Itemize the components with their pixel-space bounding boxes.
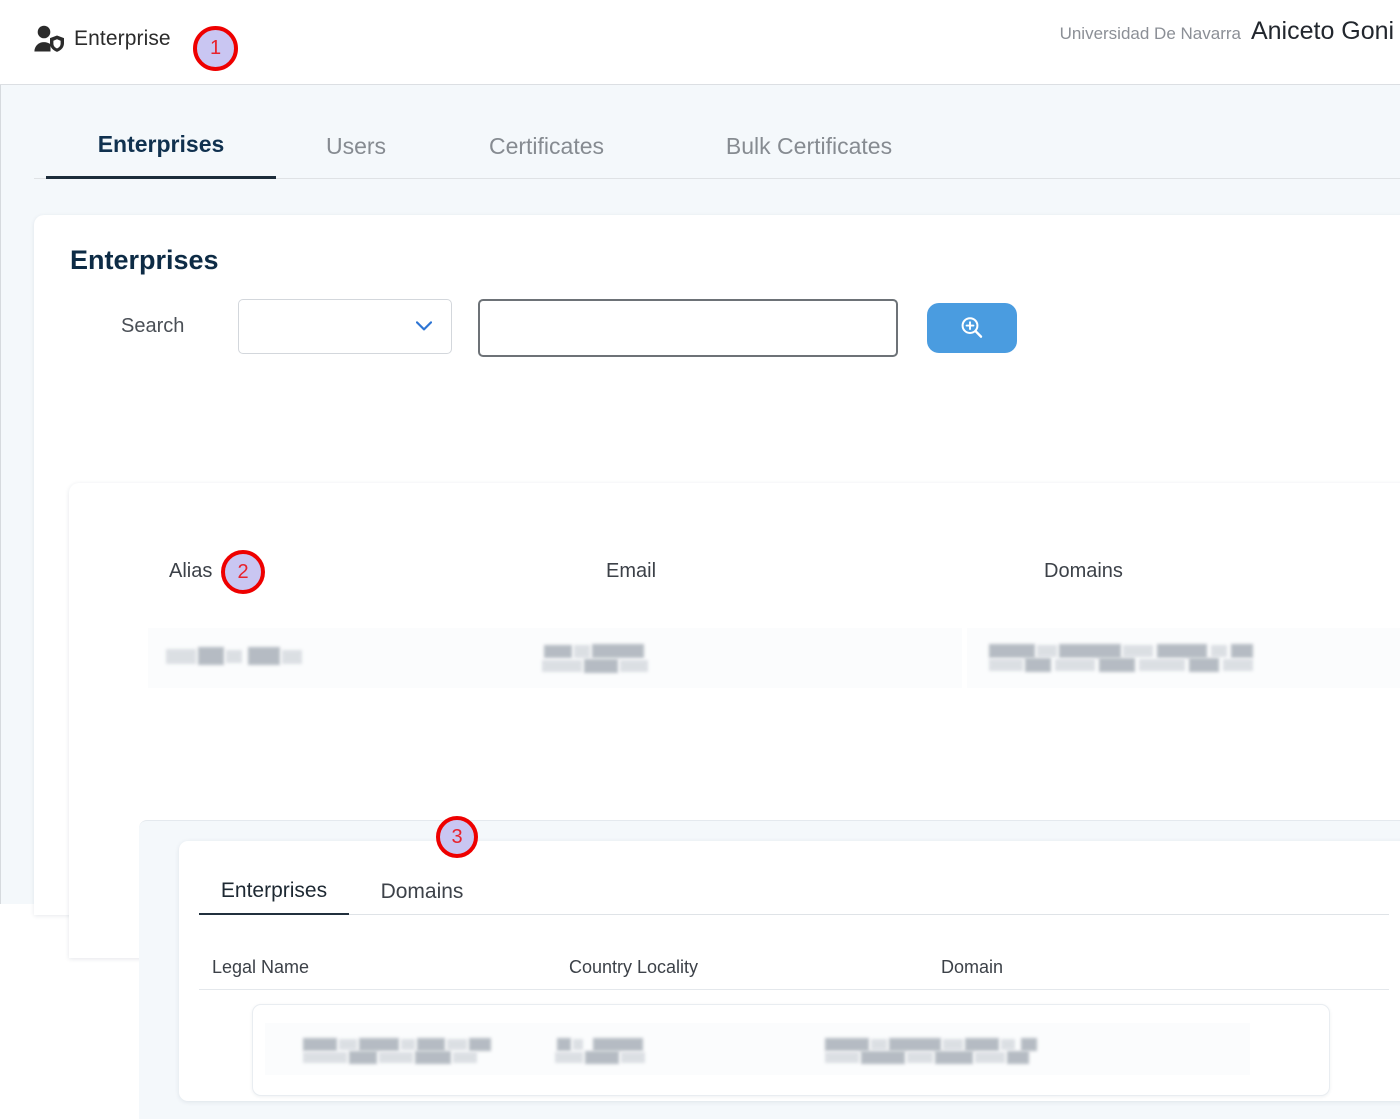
search-input[interactable] [478, 299, 898, 357]
chevron-down-icon [416, 321, 432, 331]
tab-users[interactable]: Users [296, 113, 416, 179]
expanded-detail-panel: Enterprises Domains Legal Name Country L… [139, 820, 1400, 1119]
tab-bulk-certificates[interactable]: Bulk Certificates [674, 113, 944, 179]
search-zoom-in-icon [959, 315, 985, 341]
table-cell-alias [148, 628, 568, 688]
column-header-domains: Domains [1044, 560, 1123, 583]
primary-tabbar: Enterprises Users Certificates Bulk Cert… [34, 113, 1400, 179]
search-label: Search [121, 315, 184, 338]
tab-enterprises[interactable]: Enterprises [46, 113, 276, 179]
user-block[interactable]: Universidad De Navarra Aniceto Goni I [1060, 17, 1400, 46]
column-header-email: Email [606, 560, 656, 583]
table-cell-domains [967, 628, 1400, 688]
user-name: Aniceto Goni I [1251, 17, 1400, 46]
brand[interactable]: Enterprise [33, 24, 171, 54]
detail-card: Enterprises Domains Legal Name Country L… [179, 841, 1400, 1101]
tab-certificates[interactable]: Certificates [454, 113, 639, 179]
detail-table-divider [199, 989, 1389, 990]
page-title: Enterprises [70, 245, 219, 276]
table-row[interactable] [82, 628, 1400, 688]
search-field-select[interactable] [238, 299, 452, 354]
detail-tab-enterprises[interactable]: Enterprises [199, 869, 349, 915]
user-shield-icon [33, 24, 65, 54]
detail-inner-card [252, 1004, 1330, 1096]
search-row: Search [34, 299, 1134, 359]
annotation-marker-3: 3 [436, 816, 478, 858]
detail-tabbar: Enterprises Domains [199, 869, 1389, 915]
org-name: Universidad De Navarra [1060, 24, 1241, 44]
search-button[interactable] [927, 303, 1017, 353]
detail-column-header-domain: Domain [941, 957, 1003, 978]
detail-column-header-country-locality: Country Locality [569, 957, 698, 978]
detail-tab-domains[interactable]: Domains [367, 869, 477, 915]
column-header-alias: Alias [169, 560, 212, 583]
detail-table-row[interactable] [265, 1023, 1250, 1075]
annotation-marker-2: 2 [221, 550, 265, 594]
table-cell-email [522, 628, 962, 688]
detail-column-header-legal-name: Legal Name [212, 957, 309, 978]
annotation-marker-1: 1 [193, 26, 238, 71]
page-body: Enterprises Users Certificates Bulk Cert… [0, 85, 1400, 904]
brand-label: Enterprise [74, 27, 171, 51]
